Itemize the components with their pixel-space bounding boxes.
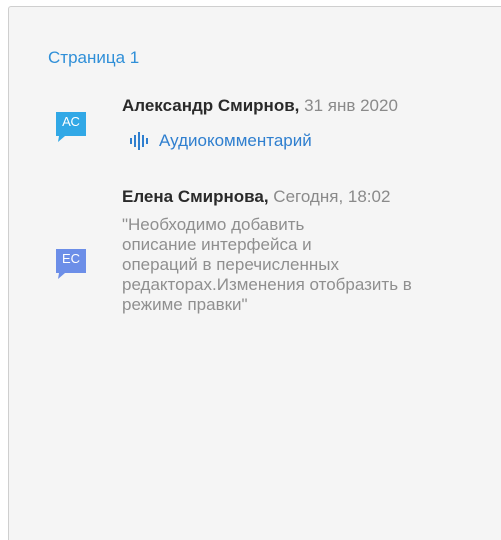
- avatar: ЕС: [56, 249, 86, 279]
- comment-author-line: Александр Смирнов, 31 янв 2020: [122, 96, 398, 116]
- audio-comment-link[interactable]: Аудиокомментарий: [129, 131, 312, 151]
- audio-comment-label: Аудиокомментарий: [159, 131, 312, 150]
- comment-author: Елена Смирнова,: [122, 187, 269, 206]
- avatar-initials: АС: [62, 114, 80, 129]
- page-header[interactable]: Страница 1: [48, 48, 139, 68]
- comment-text: "Необходимо добавить описание интерфейса…: [122, 215, 412, 314]
- comment-date: Сегодня, 18:02: [273, 187, 391, 206]
- comment-author-line: Елена Смирнова, Сегодня, 18:02: [122, 187, 390, 207]
- audio-waveform-icon: [130, 132, 148, 150]
- comment-author: Александр Смирнов,: [122, 96, 300, 115]
- avatar-initials: ЕС: [61, 251, 81, 266]
- comments-panel: Страница 1 АС Александр Смирнов, 31 янв …: [8, 6, 501, 540]
- comment-date: 31 янв 2020: [304, 96, 398, 115]
- avatar: АС: [56, 112, 86, 142]
